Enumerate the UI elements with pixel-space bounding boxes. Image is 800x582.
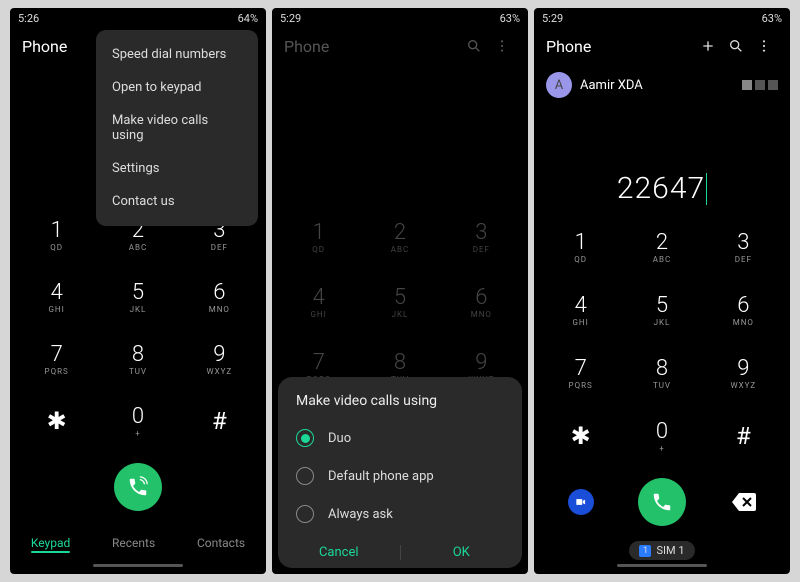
call-button[interactable]	[114, 463, 162, 511]
key-5[interactable]: 5JKL	[359, 269, 440, 334]
dialed-number: 22647	[617, 171, 707, 206]
key-7[interactable]: 7PQRS	[16, 328, 97, 390]
key-0[interactable]: 0+	[97, 390, 178, 452]
key-4[interactable]: 4GHI	[540, 279, 621, 342]
option-label: Default phone app	[328, 469, 434, 484]
search-icon[interactable]	[722, 38, 750, 54]
keypad: 1QD2ABC3DEF4GHI5JKL6MNO7PQRS8TUV9WXYZ✱0+…	[10, 204, 266, 452]
overflow-menu: Speed dial numbers Open to keypad Make v…	[96, 30, 258, 226]
screen-menu: 5:26 64% Phone Speed dial numbers Open t…	[10, 8, 266, 574]
menu-contact-us[interactable]: Contact us	[96, 185, 258, 218]
key-*[interactable]: ✱	[16, 390, 97, 452]
status-time: 5:29	[280, 12, 301, 25]
tab-keypad[interactable]: Keypad	[31, 536, 70, 550]
sim-number: 1	[639, 545, 651, 557]
key-#[interactable]: #	[703, 404, 784, 467]
key-8[interactable]: 8TUV	[97, 328, 178, 390]
suggestion-name: Aamir XDA	[580, 78, 643, 93]
dialog-title: Make video calls using	[278, 393, 522, 419]
key-4[interactable]: 4GHI	[16, 266, 97, 328]
key-0[interactable]: 0+	[621, 404, 702, 467]
more-icon[interactable]	[750, 38, 778, 54]
key-1[interactable]: 1QD	[16, 204, 97, 266]
radio-selected-icon	[296, 429, 314, 447]
option-label: Duo	[328, 431, 351, 446]
status-bar: 5:29 63%	[272, 8, 528, 28]
battery-text: 63%	[762, 12, 782, 25]
option-label: Always ask	[328, 507, 393, 522]
menu-settings[interactable]: Settings	[96, 152, 258, 185]
key-6[interactable]: 6MNO	[441, 269, 522, 334]
search-icon[interactable]	[460, 38, 488, 54]
key-*[interactable]: ✱	[540, 404, 621, 467]
contact-suggestion[interactable]: A Aamir XDA	[534, 64, 790, 106]
screen-dialed: 5:29 63% Phone A Aamir XDA 22647 1QD2ABC…	[534, 8, 790, 574]
tab-recents[interactable]: Recents	[112, 536, 155, 550]
call-button[interactable]	[638, 478, 686, 526]
avatar: A	[546, 72, 572, 98]
option-duo[interactable]: Duo	[278, 419, 522, 457]
key-5[interactable]: 5JKL	[97, 266, 178, 328]
radio-icon	[296, 467, 314, 485]
keypad: 1QD2ABC3DEF 4GHI5JKL6MNO 7PQRS8TUV9WXYZ ✱0+…	[534, 216, 790, 467]
key-5[interactable]: 5JKL	[621, 279, 702, 342]
key-9[interactable]: 9WXYZ	[179, 328, 260, 390]
app-title: Phone	[284, 37, 460, 56]
menu-video-calls[interactable]: Make video calls using	[96, 104, 258, 152]
key-9[interactable]: 9WXYZ	[703, 342, 784, 405]
cancel-button[interactable]: Cancel	[278, 545, 400, 560]
sim-chip[interactable]: 1 SIM 1	[629, 541, 694, 560]
menu-open-keypad[interactable]: Open to keypad	[96, 71, 258, 104]
add-icon[interactable]	[694, 38, 722, 54]
battery-text: 64%	[238, 12, 258, 25]
screen-dialog: 5:29 63% Phone 1QD2ABC3DEF4GHI5JKL6MNO7P…	[272, 8, 528, 574]
key-3[interactable]: 3DEF	[703, 216, 784, 279]
video-call-button[interactable]	[568, 489, 594, 515]
status-time: 5:26	[18, 12, 39, 25]
bottom-tabs: Keypad Recents Contacts	[10, 522, 266, 564]
key-6[interactable]: 6MNO	[179, 266, 260, 328]
app-title: Phone	[546, 37, 694, 56]
more-icon[interactable]	[488, 38, 516, 54]
video-call-dialog: Make video calls using Duo Default phone…	[278, 377, 522, 568]
display-area	[272, 64, 528, 204]
battery-text: 63%	[500, 12, 520, 25]
nav-handle	[534, 564, 790, 574]
key-6[interactable]: 6MNO	[703, 279, 784, 342]
key-4[interactable]: 4GHI	[278, 269, 359, 334]
key-2[interactable]: 2ABC	[359, 204, 440, 269]
sim-label: SIM 1	[656, 544, 684, 557]
key-1[interactable]: 1QD	[540, 216, 621, 279]
key-8[interactable]: 8TUV	[621, 342, 702, 405]
radio-icon	[296, 505, 314, 523]
ok-button[interactable]: OK	[401, 545, 523, 560]
number-masked-icon	[742, 80, 778, 90]
tab-contacts[interactable]: Contacts	[197, 536, 245, 550]
display-area: 22647	[534, 106, 790, 216]
option-always-ask[interactable]: Always ask	[278, 495, 522, 533]
key-2[interactable]: 2ABC	[621, 216, 702, 279]
key-1[interactable]: 1QD	[278, 204, 359, 269]
status-time: 5:29	[542, 12, 563, 25]
status-bar: 5:26 64%	[10, 8, 266, 28]
backspace-button[interactable]	[732, 493, 756, 511]
nav-handle	[10, 564, 266, 574]
option-default[interactable]: Default phone app	[278, 457, 522, 495]
key-#[interactable]: #	[179, 390, 260, 452]
key-3[interactable]: 3DEF	[441, 204, 522, 269]
key-7[interactable]: 7PQRS	[540, 342, 621, 405]
menu-speed-dial[interactable]: Speed dial numbers	[96, 38, 258, 71]
status-bar: 5:29 63%	[534, 8, 790, 28]
